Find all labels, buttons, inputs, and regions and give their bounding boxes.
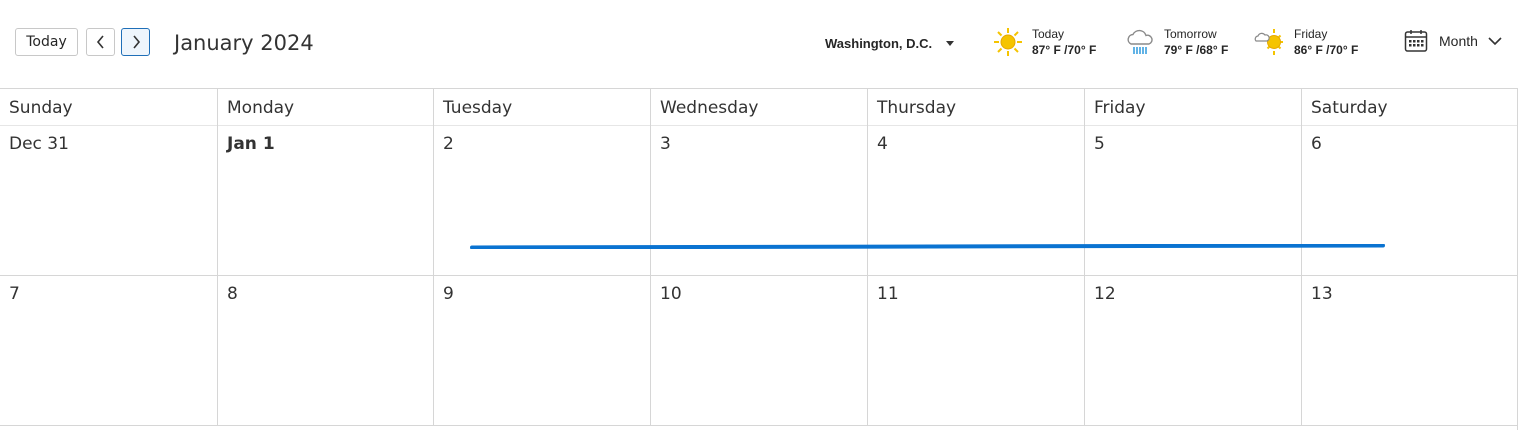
day-cell[interactable]: Dec 31 (0, 125, 217, 275)
weekday-header: Friday (1084, 89, 1301, 125)
day-number: 9 (443, 284, 454, 304)
view-switcher[interactable]: Month (1404, 29, 1502, 53)
day-cell[interactable]: 13 (1301, 275, 1517, 425)
month-title: January 2024 (174, 31, 314, 55)
calendar-toolbar: Today January 2024 Washington, D.C. Toda… (0, 0, 1523, 88)
day-number: 13 (1311, 284, 1333, 304)
weekday-header: Wednesday (650, 89, 867, 125)
day-number: 8 (227, 284, 238, 304)
week-row: Dec 31 Jan 1 2 3 4 5 6 (0, 125, 1517, 276)
day-number: 4 (877, 134, 888, 154)
weekday-header: Saturday (1301, 89, 1518, 125)
weather-day-label: Today (1032, 27, 1065, 41)
day-number: 11 (877, 284, 899, 304)
weather-day-label: Friday (1294, 27, 1328, 41)
location-dropdown[interactable]: Washington, D.C. (825, 36, 955, 51)
chevron-down-icon (1488, 37, 1502, 46)
day-number: 2 (443, 134, 454, 154)
partly-sunny-icon (1254, 29, 1283, 55)
day-number: 6 (1311, 134, 1322, 154)
day-number: 12 (1094, 284, 1116, 304)
chevron-left-icon (96, 35, 104, 49)
day-number: Dec 31 (9, 134, 69, 154)
rain-cloud-icon (1127, 29, 1153, 54)
location-label: Washington, D.C. (825, 36, 933, 51)
next-month-button[interactable] (121, 28, 150, 56)
chevron-right-icon (132, 35, 140, 49)
previous-month-button[interactable] (86, 28, 115, 56)
weekday-header: Thursday (867, 89, 1084, 125)
weather-tomorrow[interactable]: Tomorrow 79° F /68° F (1124, 26, 1228, 58)
weather-today[interactable]: Today 87° F /70° F (992, 26, 1096, 58)
day-cell[interactable]: 5 (1084, 125, 1301, 275)
day-cell[interactable]: 10 (650, 275, 867, 425)
caret-down-icon (946, 41, 955, 46)
month-grid: Sunday Monday Tuesday Wednesday Thursday… (0, 88, 1518, 430)
day-cell[interactable]: 8 (217, 275, 433, 425)
weekday-header: Sunday (9, 98, 73, 118)
sun-icon (994, 28, 1022, 56)
weekday-header: Tuesday (433, 89, 650, 125)
day-number: 5 (1094, 134, 1105, 154)
day-cell[interactable]: 12 (1084, 275, 1301, 425)
day-number: Jan 1 (227, 134, 275, 154)
day-number: 10 (660, 284, 682, 304)
day-cell[interactable]: 7 (0, 275, 217, 425)
weather-temperature: 86° F /70° F (1294, 43, 1359, 57)
weather-temperature: 79° F /68° F (1164, 43, 1229, 57)
day-cell[interactable]: 11 (867, 275, 1084, 425)
week-row: 7 8 9 10 11 12 13 (0, 275, 1517, 426)
weather-temperature: 87° F /70° F (1032, 43, 1097, 57)
calendar-month-icon (1404, 30, 1428, 52)
day-cell[interactable]: 4 (867, 125, 1084, 275)
day-number: 3 (660, 134, 671, 154)
drag-selection-stroke[interactable] (470, 244, 1385, 249)
weekday-header: Monday (217, 89, 434, 125)
weekday-header-row: Sunday Monday Tuesday Wednesday Thursday… (0, 89, 1517, 126)
weather-friday[interactable]: Friday 86° F /70° F (1254, 26, 1358, 58)
day-cell[interactable]: 3 (650, 125, 867, 275)
day-cell[interactable]: 2 (433, 125, 650, 275)
day-cell[interactable]: 9 (433, 275, 650, 425)
day-cell[interactable]: 6 (1301, 125, 1517, 275)
view-label: Month (1439, 33, 1478, 49)
today-button[interactable]: Today (15, 28, 78, 56)
day-number: 7 (9, 284, 20, 304)
weather-day-label: Tomorrow (1164, 27, 1217, 41)
day-cell-today[interactable]: Jan 1 (217, 125, 433, 275)
